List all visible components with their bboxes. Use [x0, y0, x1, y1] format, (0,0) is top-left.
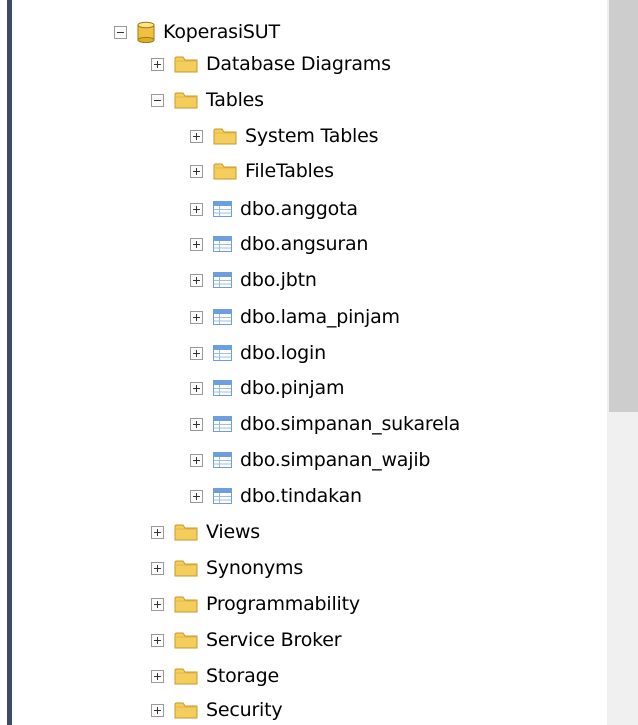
tree-node-label: dbo.angsuran	[240, 233, 369, 255]
tree-node-label: Service Broker	[206, 629, 342, 651]
folder-icon	[213, 128, 237, 145]
tree-node-table[interactable]: dbo.pinjam	[190, 373, 344, 403]
tree-node-table[interactable]: dbo.lama_pinjam	[190, 302, 400, 332]
tree-node-label: dbo.tindakan	[240, 485, 362, 507]
tree-node-label: dbo.pinjam	[240, 377, 345, 399]
tree-node-database-diagrams[interactable]: Database Diagrams	[151, 49, 391, 79]
folder-icon	[174, 702, 198, 719]
folder-icon	[174, 560, 198, 577]
tree-node-views[interactable]: Views	[151, 517, 260, 547]
tree-node-label: FileTables	[245, 160, 334, 182]
table-icon	[213, 488, 232, 504]
tree-node-label: dbo.lama_pinjam	[240, 306, 400, 328]
expand-toggle-icon[interactable]	[190, 346, 203, 360]
folder-icon	[174, 524, 198, 541]
tree-node-table[interactable]: dbo.angsuran	[190, 229, 368, 259]
tree-node-label: dbo.simpanan_wajib	[240, 449, 431, 471]
expand-toggle-icon[interactable]	[190, 489, 203, 503]
folder-icon	[174, 92, 198, 109]
tree-node-label: Database Diagrams	[206, 53, 391, 75]
object-explorer-tree: KoperasiSUT Database Diagrams Tables Sys…	[0, 0, 607, 725]
expand-toggle-icon[interactable]	[190, 273, 203, 287]
tree-node-label: Security	[206, 699, 283, 721]
tree-node-label: Synonyms	[206, 557, 304, 579]
folder-icon	[174, 632, 198, 649]
expand-toggle-icon[interactable]	[190, 417, 203, 431]
tree-node-service-broker[interactable]: Service Broker	[151, 625, 342, 655]
tree-node-label: KoperasiSUT	[163, 21, 280, 43]
folder-icon	[174, 668, 198, 685]
tree-node-table[interactable]: dbo.simpanan_wajib	[190, 445, 430, 475]
tree-node-filetables[interactable]: FileTables	[190, 156, 334, 186]
expand-toggle-icon[interactable]	[151, 561, 164, 575]
expand-toggle-icon[interactable]	[151, 703, 164, 717]
table-icon	[213, 236, 232, 252]
table-icon	[213, 309, 232, 325]
table-icon	[213, 416, 232, 432]
tree-node-label: dbo.login	[240, 342, 326, 364]
folder-icon	[174, 596, 198, 613]
expand-toggle-icon[interactable]	[190, 237, 203, 251]
tree-node-label: Storage	[206, 665, 279, 687]
table-icon	[213, 272, 232, 288]
expand-toggle-icon[interactable]	[190, 164, 203, 178]
expand-toggle-icon[interactable]	[190, 202, 203, 216]
tree-node-table[interactable]: dbo.login	[190, 338, 326, 368]
tree-node-synonyms[interactable]: Synonyms	[151, 553, 303, 583]
tree-node-table[interactable]: dbo.anggota	[190, 194, 358, 224]
tree-node-table[interactable]: dbo.tindakan	[190, 481, 362, 511]
tree-node-label: Programmability	[206, 593, 360, 615]
tree-node-tables[interactable]: Tables	[151, 85, 264, 115]
expand-toggle-icon[interactable]	[151, 633, 164, 647]
tree-node-label: Tables	[206, 89, 264, 111]
table-icon	[213, 452, 232, 468]
tree-node-table[interactable]: dbo.jbtn	[190, 265, 317, 295]
table-icon	[213, 380, 232, 396]
table-icon	[213, 201, 232, 217]
collapse-toggle-icon[interactable]	[114, 25, 127, 39]
table-icon	[213, 345, 232, 361]
expand-toggle-icon[interactable]	[151, 57, 164, 71]
tree-node-label: dbo.anggota	[240, 198, 358, 220]
expand-toggle-icon[interactable]	[151, 597, 164, 611]
folder-icon	[174, 56, 198, 73]
expand-toggle-icon[interactable]	[190, 381, 203, 395]
scrollbar-thumb[interactable]	[609, 0, 638, 412]
tree-node-label: dbo.jbtn	[240, 269, 317, 291]
expand-toggle-icon[interactable]	[190, 129, 203, 143]
tree-node-label: dbo.simpanan_sukarela	[240, 413, 461, 435]
expand-toggle-icon[interactable]	[190, 453, 203, 467]
tree-node-programmability[interactable]: Programmability	[151, 589, 360, 619]
tree-node-security[interactable]: Security	[151, 695, 283, 725]
tree-node-table[interactable]: dbo.simpanan_sukarela	[190, 409, 460, 439]
tree-node-label: System Tables	[245, 125, 379, 147]
expand-toggle-icon[interactable]	[151, 669, 164, 683]
expand-toggle-icon[interactable]	[151, 525, 164, 539]
database-icon	[137, 21, 155, 43]
tree-node-label: Views	[206, 521, 260, 543]
tree-node-system-tables[interactable]: System Tables	[190, 121, 379, 151]
collapse-toggle-icon[interactable]	[151, 93, 164, 107]
tree-node-database[interactable]: KoperasiSUT	[114, 17, 280, 47]
expand-toggle-icon[interactable]	[190, 310, 203, 324]
tree-node-storage[interactable]: Storage	[151, 661, 279, 691]
folder-icon	[213, 163, 237, 180]
